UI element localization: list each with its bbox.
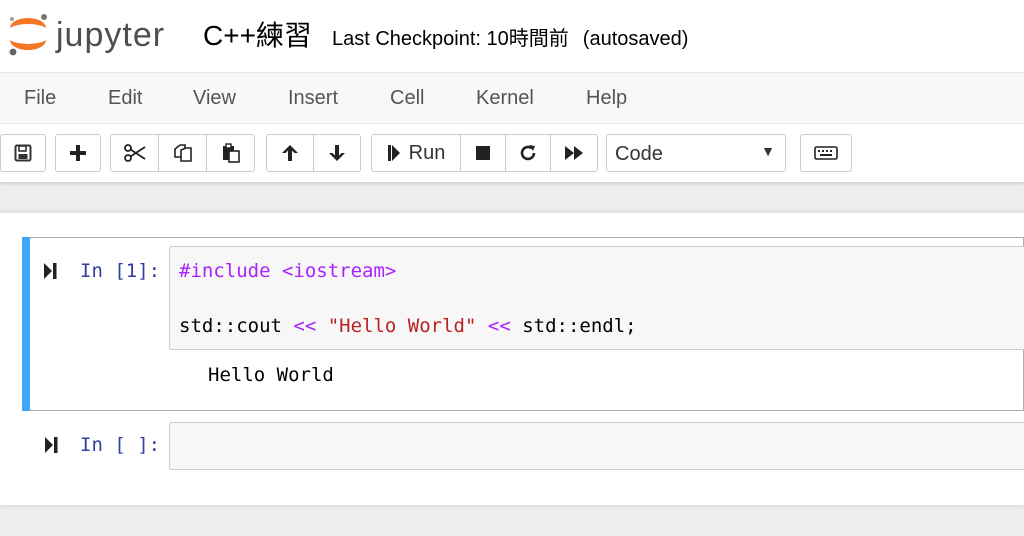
insert-group (55, 134, 101, 172)
menu-bar: File Edit View Insert Cell Kernel Help (0, 72, 1024, 124)
code-token: std::cout (179, 315, 294, 337)
copy-button[interactable] (158, 134, 207, 172)
move-down-button[interactable] (313, 134, 361, 172)
code-operator: << (487, 315, 511, 337)
input-prompt: In [1]: (80, 260, 161, 282)
code-token: std::endl; (510, 315, 637, 337)
run-group: Run (371, 134, 598, 172)
menu-file[interactable]: File (24, 87, 56, 110)
arrow-down-icon (329, 145, 345, 161)
header: jupyter C++練習 Last Checkpoint: 10時間前 (aut… (0, 0, 1024, 72)
command-palette-button[interactable] (800, 134, 852, 172)
menu-kernel[interactable]: Kernel (476, 87, 534, 110)
paste-icon (222, 143, 240, 163)
menu-view[interactable]: View (193, 87, 236, 110)
jupyter-logo[interactable]: jupyter (4, 8, 184, 58)
menu-cell[interactable]: Cell (390, 87, 424, 110)
code-string: "Hello World" (316, 315, 488, 337)
stop-icon (476, 146, 490, 160)
run-button-label: Run (408, 141, 446, 164)
code-operator: << (293, 315, 317, 337)
autosave-status: (autosaved) (582, 28, 689, 50)
move-group (266, 134, 361, 172)
menu-edit[interactable]: Edit (108, 87, 142, 110)
selected-cell-indicator (22, 237, 30, 411)
restart-icon (520, 145, 536, 161)
run-cell-icon[interactable] (44, 436, 60, 454)
menu-help[interactable]: Help (586, 87, 627, 110)
notebook-container: In [1]: #include <iostream> std::cout <<… (0, 213, 1024, 505)
restart-run-all-button[interactable] (550, 134, 598, 172)
save-button[interactable] (0, 134, 46, 172)
code-line: #include <iostream> (179, 260, 396, 282)
insert-cell-button[interactable] (55, 134, 101, 172)
input-prompt: In [ ]: (80, 434, 161, 456)
copy-icon (173, 144, 192, 162)
clipboard-group (110, 134, 255, 172)
toolbar: Run Code ▼ (0, 124, 1024, 182)
jupyter-logo-icon (9, 14, 47, 56)
run-cell-icon[interactable] (43, 262, 59, 280)
keyboard-icon (814, 146, 838, 160)
restart-kernel-button[interactable] (505, 134, 551, 172)
code-editor-empty[interactable] (169, 422, 1024, 470)
checkpoint-status: Last Checkpoint: 10時間前 (autosaved) (332, 22, 688, 51)
save-icon (14, 144, 32, 162)
fast-forward-icon (565, 146, 583, 160)
interrupt-kernel-button[interactable] (460, 134, 506, 172)
move-up-button[interactable] (266, 134, 314, 172)
step-forward-icon (387, 145, 400, 161)
save-group (0, 134, 46, 172)
arrow-up-icon (282, 145, 298, 161)
plus-icon (70, 145, 86, 161)
menu-insert[interactable]: Insert (288, 87, 338, 110)
notebook-title[interactable]: C++練習 (203, 14, 312, 54)
cell-type-value: Code (615, 143, 663, 165)
paste-button[interactable] (206, 134, 255, 172)
cell-output: Hello World (208, 364, 334, 386)
cell-type-select[interactable]: Code ▼ (606, 134, 786, 172)
scissors-icon (123, 144, 145, 162)
code-line: std::cout << "Hello World" << std::endl; (179, 315, 637, 337)
checkpoint-text: Last Checkpoint: 10時間前 (332, 28, 569, 50)
cut-button[interactable] (110, 134, 159, 172)
jupyter-logo-text: jupyter (56, 16, 166, 54)
include-directive: #include <iostream> (179, 260, 397, 282)
chevron-down-icon: ▼ (761, 143, 775, 159)
code-editor[interactable]: #include <iostream> std::cout << "Hello … (169, 246, 1024, 350)
code-cell-selected[interactable]: In [1]: #include <iostream> std::cout <<… (22, 237, 1024, 411)
run-button[interactable]: Run (371, 134, 461, 172)
